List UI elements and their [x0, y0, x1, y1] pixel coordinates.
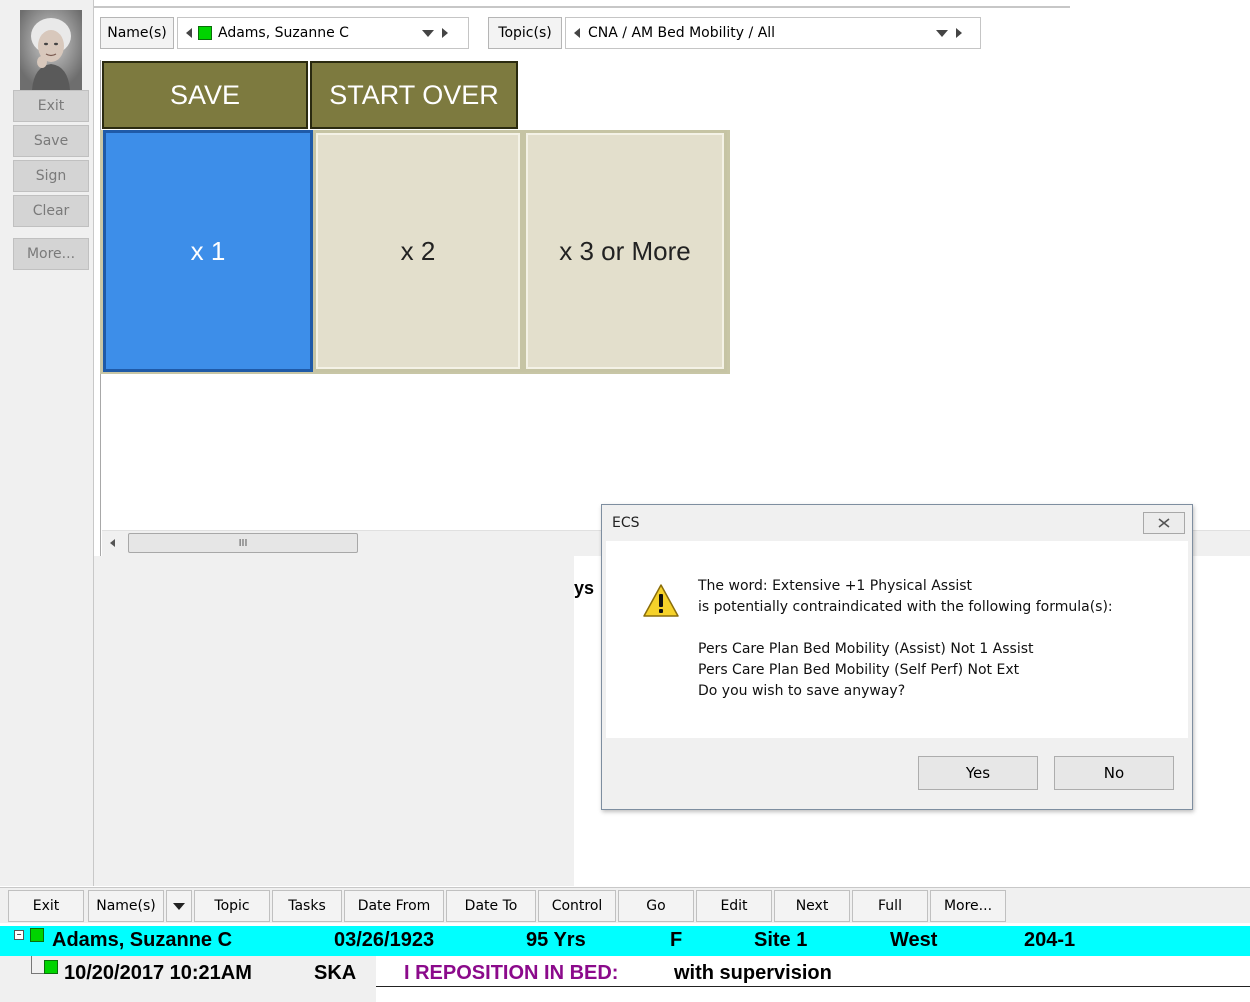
name-dropdown-icon[interactable]: [422, 29, 434, 37]
topic-dropdown-icon[interactable]: [936, 29, 948, 37]
ecs-dialog: ECS The word: Extensive +1 Physical Assi…: [601, 504, 1193, 810]
entry-status-icon: [44, 960, 58, 974]
collapse-icon[interactable]: −: [14, 930, 24, 940]
start-over-button[interactable]: START OVER: [310, 61, 518, 129]
sidebar-sign-button[interactable]: Sign: [13, 160, 89, 192]
dialog-body: The word: Extensive +1 Physical Assist i…: [606, 541, 1188, 738]
lower-panel: [94, 556, 574, 886]
resident-room: 204-1: [1024, 929, 1076, 951]
bottom-control-button[interactable]: Control: [538, 890, 616, 922]
bottom-go-button[interactable]: Go: [618, 890, 694, 922]
scroll-left-icon[interactable]: [110, 539, 115, 547]
dialog-line-4: Pers Care Plan Bed Mobility (Self Perf) …: [698, 662, 1020, 678]
dialog-line-1: The word: Extensive +1 Physical Assist: [698, 578, 973, 594]
topic-selector[interactable]: CNA / AM Bed Mobility / All: [565, 17, 981, 49]
choice-x2-button[interactable]: x 2: [313, 130, 523, 372]
bottom-exit-button[interactable]: Exit: [8, 890, 84, 922]
bottom-edit-button[interactable]: Edit: [696, 890, 772, 922]
entry-initials: SKA: [314, 962, 357, 984]
entry-underline: [376, 986, 1250, 987]
save-action-button[interactable]: SAVE: [102, 61, 308, 129]
next-topic-icon[interactable]: [956, 28, 962, 38]
bottom-full-button[interactable]: Full: [852, 890, 928, 922]
resident-unit: West: [890, 929, 938, 951]
resident-site: Site 1: [754, 929, 808, 951]
bottom-topic-button[interactable]: Topic: [194, 890, 270, 922]
name-value: Adams, Suzanne C: [218, 25, 349, 41]
bottom-tasks-button[interactable]: Tasks: [272, 890, 342, 922]
next-name-icon[interactable]: [442, 28, 448, 38]
yes-button[interactable]: Yes: [918, 756, 1038, 790]
entry-task: I REPOSITION IN BED:: [404, 962, 619, 984]
no-button[interactable]: No: [1054, 756, 1174, 790]
dialog-line-2: is potentially contraindicated with the …: [698, 599, 1113, 615]
name-selector[interactable]: Adams, Suzanne C: [177, 17, 469, 49]
entry-datetime: 10/20/2017 10:21AM: [64, 962, 252, 984]
sidebar-more-button[interactable]: More...: [13, 238, 89, 270]
top-divider: [94, 6, 1070, 8]
dialog-line-3: Pers Care Plan Bed Mobility (Assist) Not…: [698, 641, 1034, 657]
bottom-date-from-button[interactable]: Date From: [344, 890, 444, 922]
scroll-thumb[interactable]: III: [128, 533, 358, 553]
choice-x3-button[interactable]: x 3 or More: [523, 130, 727, 372]
previous-topic-icon[interactable]: [574, 28, 580, 38]
entry-result: with supervision: [674, 962, 832, 984]
status-green-icon: [198, 26, 212, 40]
names-button[interactable]: Name(s): [100, 17, 174, 49]
entry-row[interactable]: 10/20/2017 10:21AM SKA I REPOSITION IN B…: [0, 956, 1250, 1002]
bottom-more-button[interactable]: More...: [930, 890, 1006, 922]
resident-dob: 03/26/1923: [334, 929, 435, 951]
names-dropdown-button[interactable]: [166, 890, 192, 922]
resident-status-icon: [30, 928, 44, 942]
topic-value: CNA / AM Bed Mobility / All: [588, 25, 776, 41]
bottom-toolbar: Exit Name(s) Topic Tasks Date From Date …: [0, 887, 1250, 923]
bottom-next-button[interactable]: Next: [774, 890, 850, 922]
choice-x1-button[interactable]: x 1: [103, 130, 313, 372]
sidebar-clear-button[interactable]: Clear: [13, 195, 89, 227]
resident-info-row[interactable]: − Adams, Suzanne C 03/26/1923 95 Yrs F S…: [0, 926, 1250, 956]
dialog-title: ECS: [612, 515, 640, 531]
obscured-text: ys: [574, 578, 595, 598]
resident-age: 95 Yrs: [526, 929, 586, 951]
chevron-down-icon: [173, 902, 185, 910]
bottom-date-to-button[interactable]: Date To: [446, 890, 536, 922]
topics-button[interactable]: Topic(s): [488, 17, 562, 49]
sidebar-save-button[interactable]: Save: [13, 125, 89, 157]
resident-photo: [20, 10, 82, 90]
warning-icon: [642, 583, 680, 619]
sidebar-exit-button[interactable]: Exit: [13, 90, 89, 122]
close-icon[interactable]: [1143, 512, 1185, 534]
bottom-names-button[interactable]: Name(s): [88, 890, 164, 922]
previous-name-icon[interactable]: [186, 28, 192, 38]
left-sidebar: Exit Save Sign Clear More...: [0, 0, 94, 886]
resident-name: Adams, Suzanne C: [52, 929, 233, 951]
dialog-line-5: Do you wish to save anyway?: [698, 683, 906, 699]
resident-sex: F: [670, 929, 683, 951]
tree-connector: [31, 956, 45, 974]
